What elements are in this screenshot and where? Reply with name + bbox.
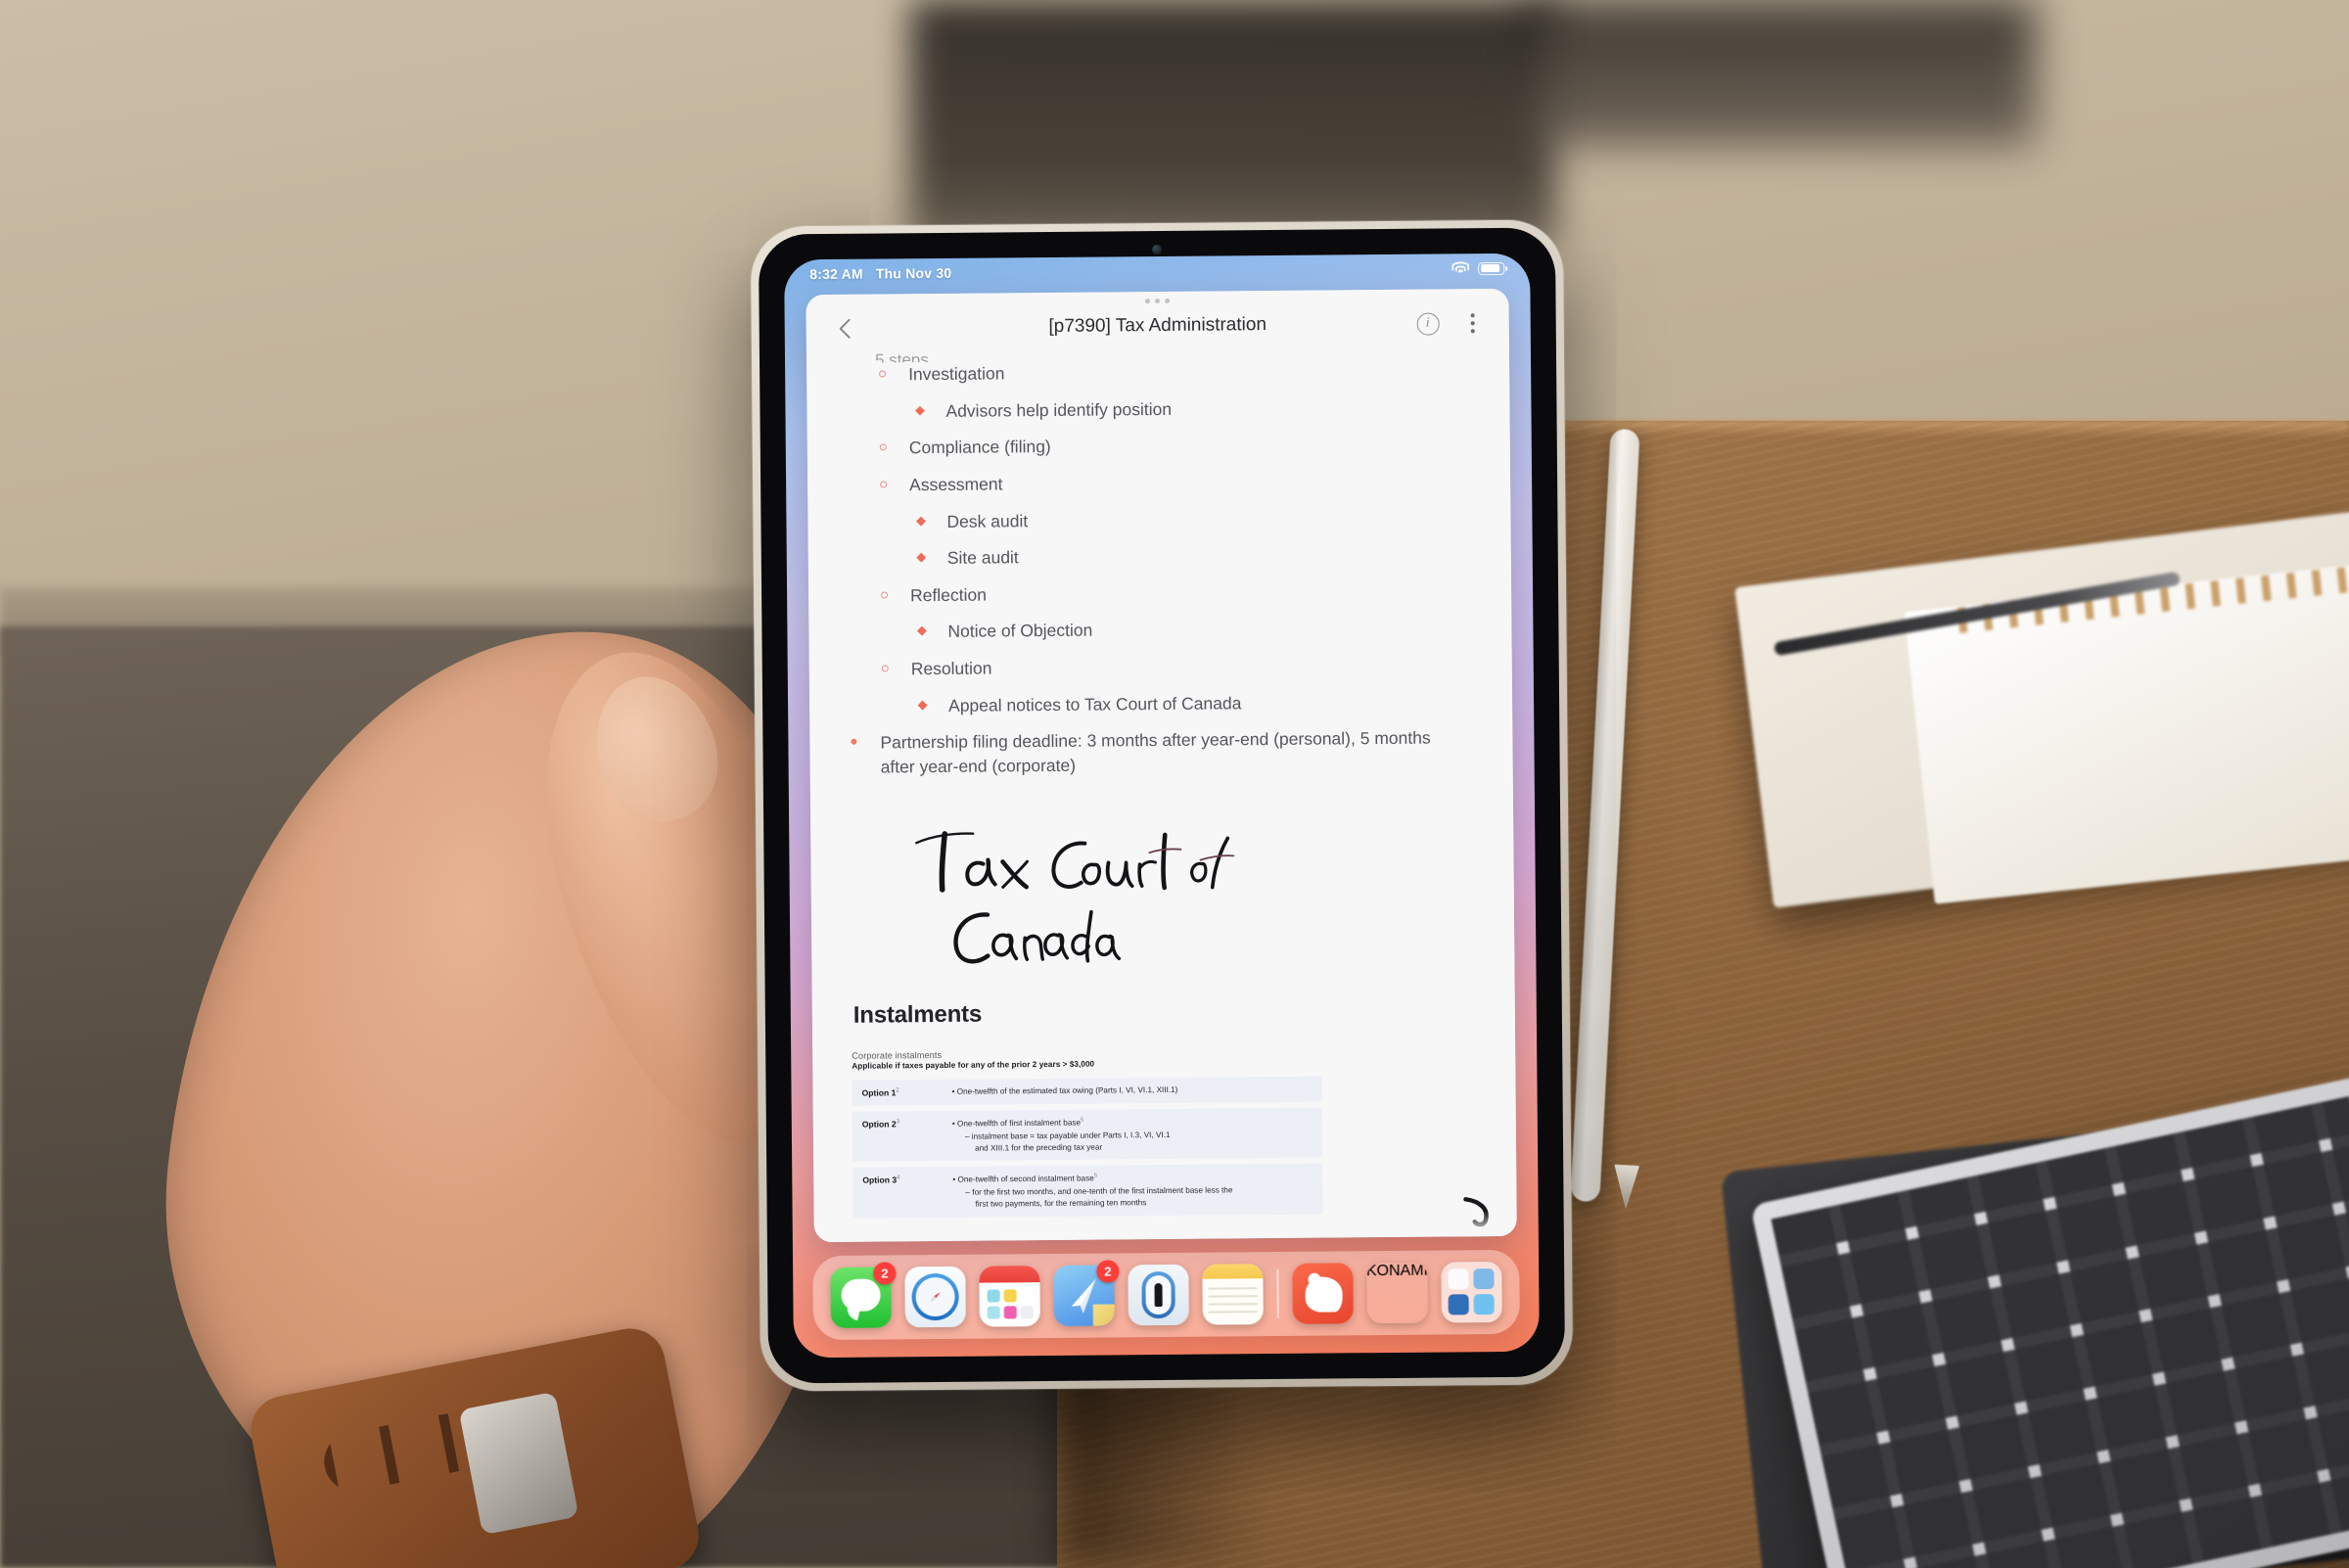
bullet-diamond-icon [910, 552, 932, 563]
outline-item-label: Compliance (filing) [908, 437, 1051, 458]
toolbar-actions: i [1413, 308, 1488, 339]
dock-app-safari[interactable] [904, 1266, 966, 1328]
ipad-screen[interactable]: 8:32 AM Thu Nov 30 [p7390] Tax Administr… [784, 253, 1540, 1359]
document-content[interactable]: 5 steps Investigation Advisors help ident… [806, 345, 1517, 1243]
outline-item-label: Appeal notices to Tax Court of Canada [948, 693, 1242, 715]
status-bar-right [1451, 261, 1505, 275]
outline-item-label: Notice of Objection [947, 621, 1093, 642]
notification-badge: 2 [1096, 1260, 1120, 1283]
corporate-options-table: Option 12 • One-twelfth of the estimated … [852, 1076, 1323, 1219]
bullet-ring-icon [871, 370, 893, 378]
bullet-diamond-icon [908, 405, 930, 416]
kebab-menu-icon [1470, 313, 1475, 334]
bullet-diamond-icon [909, 516, 931, 527]
bullet-ring-icon [873, 591, 895, 599]
outline-list: Investigation Advisors help identify posi… [840, 357, 1480, 778]
outline-item[interactable]: Desk audit [909, 505, 1477, 533]
outline-item[interactable]: Compliance (filing) [872, 431, 1477, 460]
wall-dark-area [910, 0, 1556, 245]
status-bar-left: 8:32 AM Thu Nov 30 [809, 265, 951, 282]
bullet-dot-icon [843, 739, 864, 746]
outline-item[interactable]: Site audit [910, 541, 1478, 570]
status-date: Thu Nov 30 [875, 264, 952, 282]
page-title: [p7390] Tax Administration [1048, 314, 1267, 337]
instalments-heading: Instalments [852, 1000, 983, 1029]
handwritten-annotation [912, 816, 1481, 968]
outline-item[interactable]: Notice of Objection [910, 616, 1478, 644]
bullet-ring-icon [872, 481, 894, 488]
bullet-diamond-icon [910, 626, 932, 637]
chevron-left-icon [839, 318, 851, 339]
info-button[interactable]: i [1413, 308, 1443, 338]
outline-item-label: Partnership filing deadline: 3 months af… [880, 728, 1431, 777]
dock-app-spark[interactable]: 2 [1053, 1260, 1120, 1326]
outline-item[interactable]: Reflection [873, 578, 1478, 608]
corner-ink-mark [1463, 1197, 1489, 1227]
outline-item[interactable]: Assessment [872, 468, 1477, 497]
option-description: • One-twelfth of second instalment base5… [952, 1174, 1233, 1209]
outline-item[interactable]: Partnership filing deadline: 3 months af… [843, 726, 1479, 779]
ipad-device: 8:32 AM Thu Nov 30 [p7390] Tax Administr… [750, 219, 1574, 1392]
dock-divider [1276, 1268, 1279, 1318]
individual-subheading: Individual and trust instalments [853, 1234, 1484, 1243]
info-circle-icon: i [1416, 312, 1440, 336]
battery-icon [1478, 261, 1505, 275]
dock-app-fantastical[interactable] [979, 1266, 1040, 1327]
outline-item[interactable]: Advisors help identify position [908, 394, 1476, 423]
notification-badge: 2 [873, 1262, 897, 1285]
outline-item[interactable]: Appeal notices to Tax Court of Canada [911, 689, 1479, 717]
option-description: • One-twelfth of first instalment base5–… [951, 1117, 1171, 1153]
outline-item-label: Reflection [910, 584, 988, 606]
individual-instalments-block: Individual and trust instalments Applica… [853, 1234, 1484, 1243]
corporate-instalments-block: Corporate instalments Applicable if taxe… [852, 1045, 1483, 1219]
front-camera [1151, 244, 1163, 255]
ipad-bezel: 8:32 AM Thu Nov 30 [p7390] Tax Administr… [758, 227, 1566, 1384]
outline-item-label: Site audit [946, 547, 1019, 569]
bullet-ring-icon [872, 443, 894, 451]
option-description: • One-twelfth of the estimated tax owing… [951, 1085, 1178, 1097]
dock-app-bear[interactable] [1291, 1263, 1354, 1324]
three-dots-handle[interactable] [1144, 298, 1171, 304]
status-time: 8:32 AM [809, 265, 863, 283]
handwriting-ink [915, 830, 1235, 964]
dock-app-1password[interactable] [1128, 1264, 1189, 1326]
option-label: Option 12 [861, 1087, 899, 1098]
outline-item-label: Desk audit [946, 510, 1029, 531]
overflow-menu-button[interactable] [1458, 308, 1488, 338]
wall-dark-area-2 [1527, 0, 2036, 147]
option-row: Option 34 • One-twelfth of second instalm… [852, 1164, 1323, 1219]
status-bar: 8:32 AM Thu Nov 30 [784, 254, 1530, 290]
dock-app-messages[interactable]: 2 [830, 1262, 897, 1328]
dock-app-yu-gi-oh-[interactable]: KONAMI [1366, 1263, 1428, 1324]
outline-item-label: Assessment [909, 474, 1003, 495]
ipad-dock[interactable]: 2 2 KONAMI [812, 1249, 1520, 1341]
outline-item[interactable]: Resolution [874, 652, 1479, 681]
option-row: Option 12 • One-twelfth of the estimated … [852, 1076, 1322, 1106]
back-button[interactable] [828, 312, 861, 346]
option-label: Option 34 [862, 1175, 900, 1186]
bullet-diamond-icon [911, 700, 933, 711]
dock-app-app-library[interactable] [1440, 1261, 1502, 1323]
outline-item-label: Resolution [910, 658, 992, 679]
wifi-icon [1451, 261, 1469, 275]
outline-item-label: Investigation [908, 363, 1005, 385]
notes-app-window[interactable]: [p7390] Tax Administration i 5 steps Inv… [806, 288, 1517, 1243]
outline-item-label: Advisors help identify position [945, 398, 1173, 421]
dock-app-notes[interactable] [1202, 1264, 1264, 1325]
option-label: Option 23 [861, 1119, 900, 1130]
bullet-ring-icon [874, 665, 896, 672]
option-row: Option 23 • One-twelfth of first instalme… [852, 1107, 1323, 1163]
